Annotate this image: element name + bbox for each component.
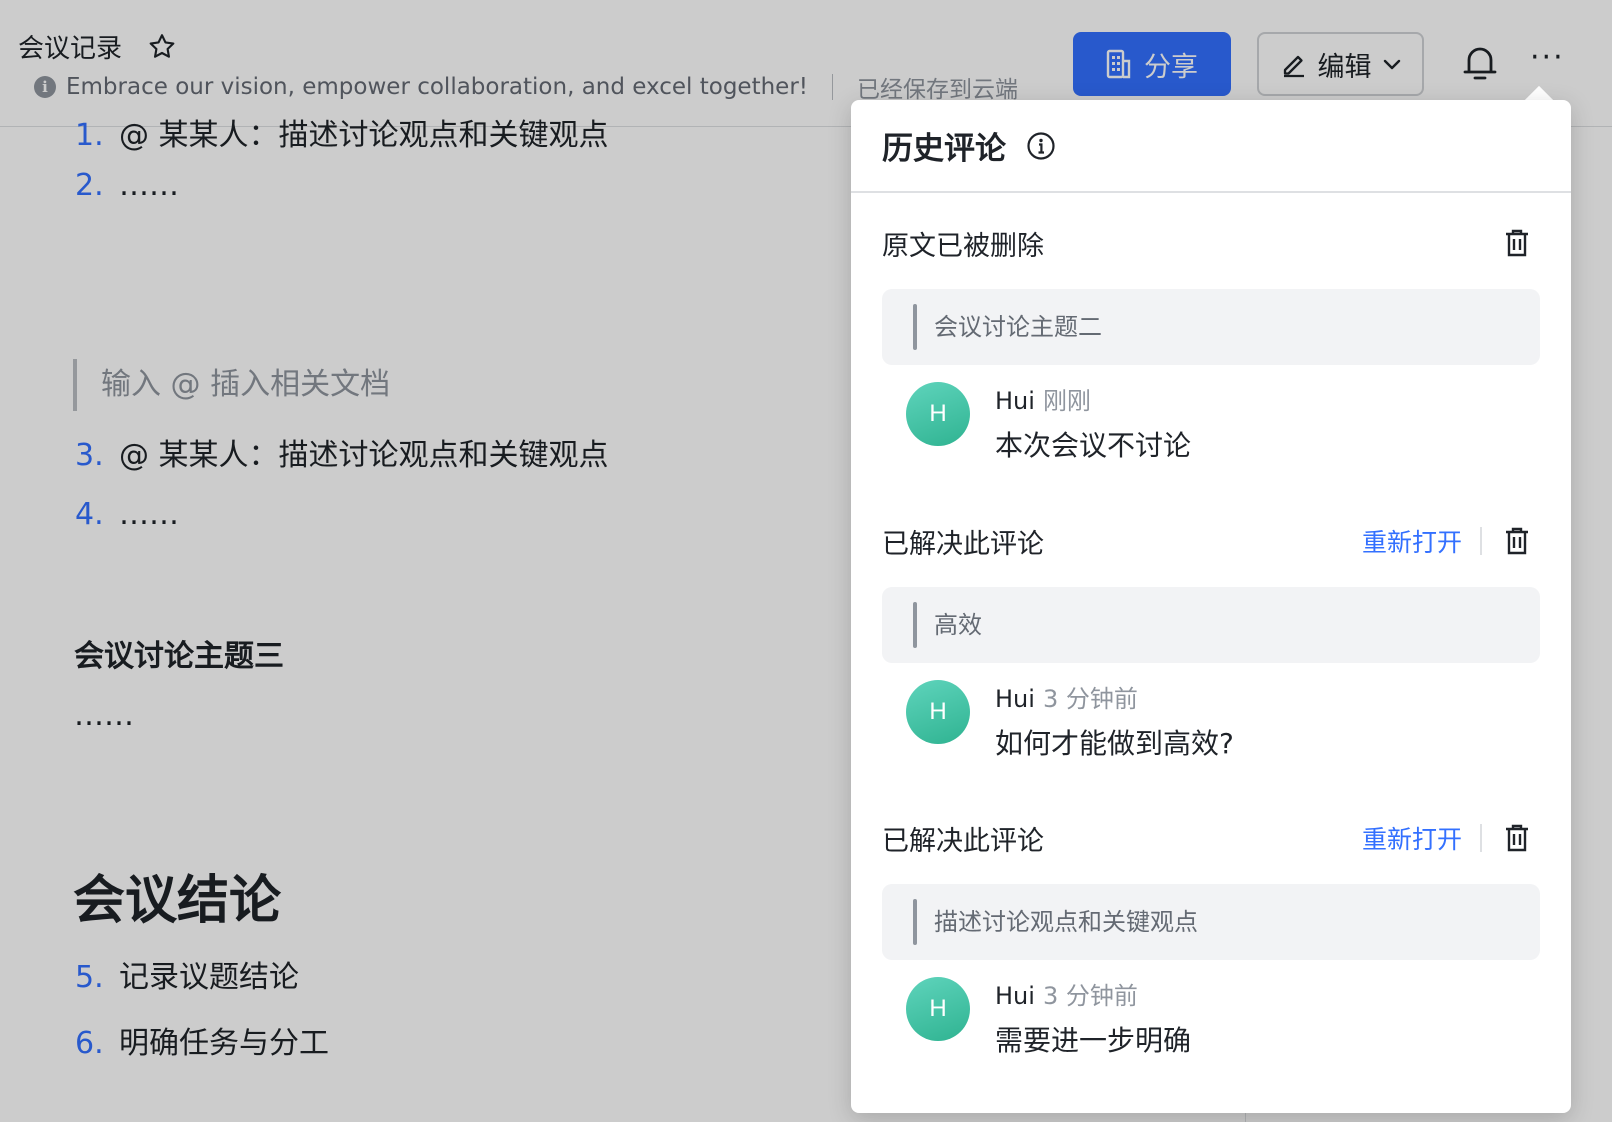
quoted-text: 会议讨论主题二 bbox=[882, 289, 1540, 365]
quoted-text: 描述讨论观点和关键观点 bbox=[882, 884, 1540, 960]
comment-thread: 已解决此评论 重新打开 高效 H Hui 3 分钟前 如何才能做到高效? bbox=[882, 519, 1540, 775]
thread-status: 已解决此评论 bbox=[882, 528, 1044, 560]
delete-icon[interactable] bbox=[1502, 822, 1532, 854]
panel-title: 历史评论 bbox=[882, 131, 1006, 167]
comment-history-panel: 历史评论 原文已被删除 会议讨论主题二 H Hui 刚刚 本次会议不讨论 已解决… bbox=[851, 100, 1571, 1113]
delete-icon[interactable] bbox=[1502, 227, 1532, 259]
thread-status: 原文已被删除 bbox=[882, 230, 1044, 262]
comment-time: 3 分钟前 bbox=[1042, 685, 1138, 713]
divider bbox=[1480, 824, 1482, 852]
comment: H Hui 3 分钟前 如何才能做到高效? bbox=[882, 679, 1540, 775]
panel-header: 历史评论 bbox=[851, 100, 1571, 193]
reopen-button[interactable]: 重新打开 bbox=[1362, 820, 1462, 856]
comment-author: Hui bbox=[995, 685, 1035, 713]
comment: H Hui 3 分钟前 需要进一步明确 bbox=[882, 976, 1540, 1072]
info-icon[interactable] bbox=[1026, 131, 1056, 161]
comment-thread: 原文已被删除 会议讨论主题二 H Hui 刚刚 本次会议不讨论 bbox=[882, 221, 1540, 477]
comment-author: Hui bbox=[995, 982, 1035, 1010]
reopen-button[interactable]: 重新打开 bbox=[1362, 523, 1462, 559]
comment-time: 刚刚 bbox=[1042, 387, 1091, 415]
delete-icon[interactable] bbox=[1502, 525, 1532, 557]
comment: H Hui 刚刚 本次会议不讨论 bbox=[882, 381, 1540, 477]
comment-text: 需要进一步明确 bbox=[995, 1024, 1192, 1057]
comment-time: 3 分钟前 bbox=[1042, 982, 1138, 1010]
divider bbox=[1480, 527, 1482, 555]
avatar[interactable]: H bbox=[906, 680, 970, 744]
comment-author: Hui bbox=[995, 387, 1035, 415]
avatar[interactable]: H bbox=[906, 977, 970, 1041]
quoted-text: 高效 bbox=[882, 587, 1540, 663]
thread-status: 已解决此评论 bbox=[882, 825, 1044, 857]
comment-thread: 已解决此评论 重新打开 描述讨论观点和关键观点 H Hui 3 分钟前 需要进一步… bbox=[882, 816, 1540, 1072]
comment-text: 如何才能做到高效? bbox=[995, 727, 1234, 760]
comment-text: 本次会议不讨论 bbox=[995, 429, 1192, 462]
avatar[interactable]: H bbox=[906, 382, 970, 446]
